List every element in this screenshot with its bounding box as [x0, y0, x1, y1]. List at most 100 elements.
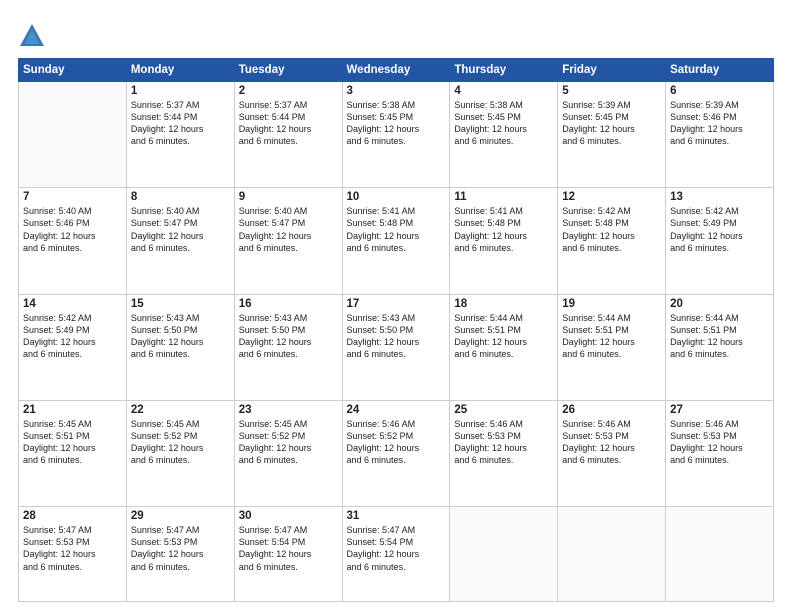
- day-number: 7: [23, 191, 122, 203]
- day-info: Sunrise: 5:41 AM Sunset: 5:48 PM Dayligh…: [347, 205, 446, 254]
- calendar-week-2: 7 Sunrise: 5:40 AM Sunset: 5:46 PM Daylig…: [19, 188, 774, 294]
- weekday-saturday: Saturday: [666, 59, 774, 82]
- day-info: Sunrise: 5:47 AM Sunset: 5:54 PM Dayligh…: [347, 524, 446, 573]
- day-info: Sunrise: 5:42 AM Sunset: 5:49 PM Dayligh…: [23, 312, 122, 361]
- logo: [18, 22, 50, 50]
- calendar-cell: 9 Sunrise: 5:40 AM Sunset: 5:47 PM Daylig…: [234, 188, 342, 294]
- day-info: Sunrise: 5:37 AM Sunset: 5:44 PM Dayligh…: [131, 99, 230, 148]
- day-number: 6: [670, 85, 769, 97]
- calendar-cell: 30 Sunrise: 5:47 AM Sunset: 5:54 PM Dayli…: [234, 507, 342, 602]
- calendar-cell: 5Sunrise: 5:39 AM Sunset: 5:45 PM Daylig…: [558, 82, 666, 188]
- day-info: Sunrise: 5:37 AM Sunset: 5:44 PM Dayligh…: [239, 99, 338, 148]
- day-info: Sunrise: 5:47 AM Sunset: 5:53 PM Dayligh…: [23, 524, 122, 573]
- calendar-cell: 24 Sunrise: 5:46 AM Sunset: 5:52 PM Dayli…: [342, 400, 450, 506]
- day-number: 24: [347, 404, 446, 416]
- day-info: Sunrise: 5:46 AM Sunset: 5:53 PM Dayligh…: [562, 418, 661, 467]
- day-number: 10: [347, 191, 446, 203]
- day-info: Sunrise: 5:43 AM Sunset: 5:50 PM Dayligh…: [131, 312, 230, 361]
- calendar-cell: 20 Sunrise: 5:44 AM Sunset: 5:51 PM Dayli…: [666, 294, 774, 400]
- calendar-cell: [666, 507, 774, 602]
- logo-icon: [18, 22, 46, 50]
- calendar-cell: 15 Sunrise: 5:43 AM Sunset: 5:50 PM Dayli…: [126, 294, 234, 400]
- day-number: 26: [562, 404, 661, 416]
- day-info: Sunrise: 5:39 AM Sunset: 5:45 PM Dayligh…: [562, 99, 661, 148]
- day-info: Sunrise: 5:45 AM Sunset: 5:52 PM Dayligh…: [239, 418, 338, 467]
- day-number: 18: [454, 298, 553, 310]
- day-info: Sunrise: 5:38 AM Sunset: 5:45 PM Dayligh…: [347, 99, 446, 148]
- day-info: Sunrise: 5:44 AM Sunset: 5:51 PM Dayligh…: [454, 312, 553, 361]
- day-info: Sunrise: 5:42 AM Sunset: 5:49 PM Dayligh…: [670, 205, 769, 254]
- day-info: Sunrise: 5:41 AM Sunset: 5:48 PM Dayligh…: [454, 205, 553, 254]
- calendar-cell: 1Sunrise: 5:37 AM Sunset: 5:44 PM Daylig…: [126, 82, 234, 188]
- calendar-cell: 3Sunrise: 5:38 AM Sunset: 5:45 PM Daylig…: [342, 82, 450, 188]
- weekday-sunday: Sunday: [19, 59, 127, 82]
- day-info: Sunrise: 5:44 AM Sunset: 5:51 PM Dayligh…: [562, 312, 661, 361]
- calendar-cell: 11 Sunrise: 5:41 AM Sunset: 5:48 PM Dayli…: [450, 188, 558, 294]
- calendar-cell: 2 Sunrise: 5:37 AM Sunset: 5:44 PM Daylig…: [234, 82, 342, 188]
- day-number: 22: [131, 404, 230, 416]
- day-number: 28: [23, 510, 122, 522]
- header: [18, 18, 774, 50]
- calendar-cell: 25 Sunrise: 5:46 AM Sunset: 5:53 PM Dayli…: [450, 400, 558, 506]
- calendar-cell: 13 Sunrise: 5:42 AM Sunset: 5:49 PM Dayli…: [666, 188, 774, 294]
- day-info: Sunrise: 5:46 AM Sunset: 5:52 PM Dayligh…: [347, 418, 446, 467]
- day-number: 15: [131, 298, 230, 310]
- day-number: 14: [23, 298, 122, 310]
- weekday-friday: Friday: [558, 59, 666, 82]
- day-number: 20: [670, 298, 769, 310]
- weekday-header-row: SundayMondayTuesdayWednesdayThursdayFrid…: [19, 59, 774, 82]
- calendar-cell: 6 Sunrise: 5:39 AM Sunset: 5:46 PM Daylig…: [666, 82, 774, 188]
- day-info: Sunrise: 5:47 AM Sunset: 5:54 PM Dayligh…: [239, 524, 338, 573]
- day-info: Sunrise: 5:46 AM Sunset: 5:53 PM Dayligh…: [454, 418, 553, 467]
- calendar-cell: 17 Sunrise: 5:43 AM Sunset: 5:50 PM Dayli…: [342, 294, 450, 400]
- day-number: 11: [454, 191, 553, 203]
- day-number: 2: [239, 85, 338, 97]
- day-number: 16: [239, 298, 338, 310]
- calendar-cell: [450, 507, 558, 602]
- day-number: 9: [239, 191, 338, 203]
- day-info: Sunrise: 5:43 AM Sunset: 5:50 PM Dayligh…: [347, 312, 446, 361]
- weekday-monday: Monday: [126, 59, 234, 82]
- day-info: Sunrise: 5:40 AM Sunset: 5:47 PM Dayligh…: [131, 205, 230, 254]
- calendar-week-1: 1Sunrise: 5:37 AM Sunset: 5:44 PM Daylig…: [19, 82, 774, 188]
- calendar-week-3: 14 Sunrise: 5:42 AM Sunset: 5:49 PM Dayli…: [19, 294, 774, 400]
- calendar-cell: 27Sunrise: 5:46 AM Sunset: 5:53 PM Dayli…: [666, 400, 774, 506]
- day-number: 12: [562, 191, 661, 203]
- day-number: 8: [131, 191, 230, 203]
- day-number: 21: [23, 404, 122, 416]
- day-number: 19: [562, 298, 661, 310]
- day-info: Sunrise: 5:38 AM Sunset: 5:45 PM Dayligh…: [454, 99, 553, 148]
- calendar-cell: 28 Sunrise: 5:47 AM Sunset: 5:53 PM Dayli…: [19, 507, 127, 602]
- calendar-cell: 18 Sunrise: 5:44 AM Sunset: 5:51 PM Dayli…: [450, 294, 558, 400]
- day-number: 31: [347, 510, 446, 522]
- calendar-cell: 16Sunrise: 5:43 AM Sunset: 5:50 PM Dayli…: [234, 294, 342, 400]
- day-info: Sunrise: 5:40 AM Sunset: 5:46 PM Dayligh…: [23, 205, 122, 254]
- day-number: 25: [454, 404, 553, 416]
- day-number: 17: [347, 298, 446, 310]
- day-info: Sunrise: 5:44 AM Sunset: 5:51 PM Dayligh…: [670, 312, 769, 361]
- calendar-cell: 31 Sunrise: 5:47 AM Sunset: 5:54 PM Dayli…: [342, 507, 450, 602]
- calendar-cell: [19, 82, 127, 188]
- calendar-cell: 8 Sunrise: 5:40 AM Sunset: 5:47 PM Daylig…: [126, 188, 234, 294]
- calendar-cell: 10 Sunrise: 5:41 AM Sunset: 5:48 PM Dayli…: [342, 188, 450, 294]
- calendar-cell: 12Sunrise: 5:42 AM Sunset: 5:48 PM Dayli…: [558, 188, 666, 294]
- day-number: 30: [239, 510, 338, 522]
- day-info: Sunrise: 5:47 AM Sunset: 5:53 PM Dayligh…: [131, 524, 230, 573]
- calendar-cell: 26 Sunrise: 5:46 AM Sunset: 5:53 PM Dayli…: [558, 400, 666, 506]
- calendar-cell: 4Sunrise: 5:38 AM Sunset: 5:45 PM Daylig…: [450, 82, 558, 188]
- page: SundayMondayTuesdayWednesdayThursdayFrid…: [0, 0, 792, 612]
- day-info: Sunrise: 5:39 AM Sunset: 5:46 PM Dayligh…: [670, 99, 769, 148]
- calendar-week-5: 28 Sunrise: 5:47 AM Sunset: 5:53 PM Dayli…: [19, 507, 774, 602]
- calendar-cell: 29Sunrise: 5:47 AM Sunset: 5:53 PM Dayli…: [126, 507, 234, 602]
- day-number: 13: [670, 191, 769, 203]
- weekday-thursday: Thursday: [450, 59, 558, 82]
- calendar-cell: 14 Sunrise: 5:42 AM Sunset: 5:49 PM Dayli…: [19, 294, 127, 400]
- calendar-week-4: 21Sunrise: 5:45 AM Sunset: 5:51 PM Dayli…: [19, 400, 774, 506]
- day-info: Sunrise: 5:40 AM Sunset: 5:47 PM Dayligh…: [239, 205, 338, 254]
- day-number: 23: [239, 404, 338, 416]
- calendar-cell: 19 Sunrise: 5:44 AM Sunset: 5:51 PM Dayli…: [558, 294, 666, 400]
- calendar: SundayMondayTuesdayWednesdayThursdayFrid…: [18, 58, 774, 602]
- calendar-cell: 22Sunrise: 5:45 AM Sunset: 5:52 PM Dayli…: [126, 400, 234, 506]
- weekday-tuesday: Tuesday: [234, 59, 342, 82]
- weekday-wednesday: Wednesday: [342, 59, 450, 82]
